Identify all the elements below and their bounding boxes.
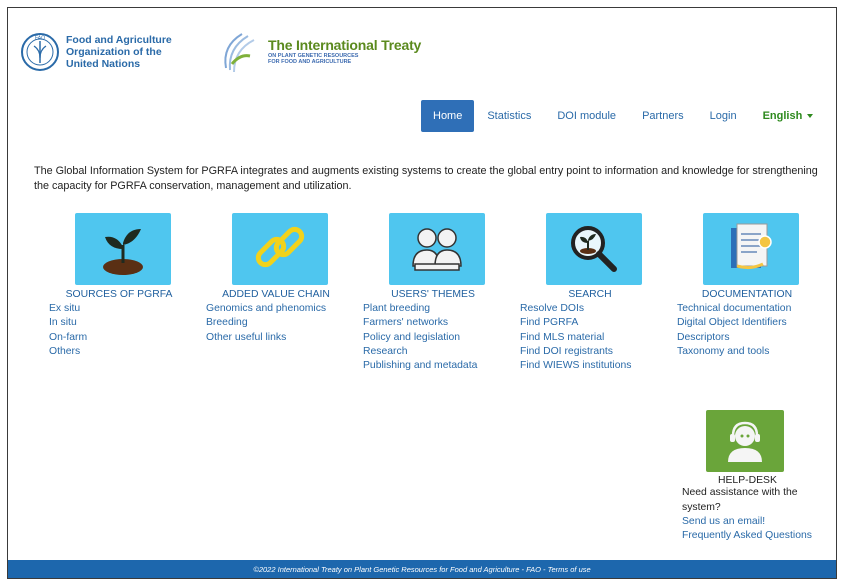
treaty-sub-2: FOR FOOD AND AGRICULTURE <box>268 59 352 65</box>
added-value-tile[interactable] <box>232 213 328 285</box>
fao-line-2: Organization of the <box>66 46 162 58</box>
link-in-situ[interactable]: In situ <box>49 316 209 330</box>
fao-name: Food and Agriculture Organization of the… <box>66 34 172 70</box>
intro-text: The Global Information System for PGRFA … <box>34 165 818 192</box>
language-dropdown[interactable]: English <box>750 100 827 132</box>
link-taxonomy[interactable]: Taxonomy and tools <box>677 345 837 359</box>
link-publishing[interactable]: Publishing and metadata <box>363 359 523 373</box>
link-technical-docs[interactable]: Technical documentation <box>677 302 837 316</box>
nav-partners[interactable]: Partners <box>629 100 697 132</box>
link-find-wiews[interactable]: Find WIEWS institutions <box>520 359 680 373</box>
section-sources: SOURCES OF PGRFA Ex situ In situ On-farm… <box>49 213 209 359</box>
fao-line-1: Food and Agriculture <box>66 34 172 46</box>
documentation-title: DOCUMENTATION <box>701 289 793 300</box>
section-added-value: ADDED VALUE CHAIN Genomics and phenomics… <box>206 213 366 345</box>
help-desk-tile[interactable] <box>706 410 784 472</box>
faq-link[interactable]: Frequently Asked Questions <box>682 529 842 543</box>
nav-statistics[interactable]: Statistics <box>474 100 544 132</box>
chevron-down-icon <box>807 114 814 118</box>
link-others[interactable]: Others <box>49 345 209 359</box>
link-ex-situ[interactable]: Ex situ <box>49 302 209 316</box>
help-desk-text: Need assistance with the system? <box>682 487 798 513</box>
link-plant-breeding[interactable]: Plant breeding <box>363 302 523 316</box>
send-email-link[interactable]: Send us an email! <box>682 515 842 529</box>
plant-sprout-icon <box>103 229 143 275</box>
search-title: SEARCH <box>568 289 612 300</box>
link-genomics[interactable]: Genomics and phenomics <box>206 302 366 316</box>
nav-login[interactable]: Login <box>697 100 750 132</box>
documents-icon <box>731 223 772 270</box>
users-icon <box>412 228 462 271</box>
section-documentation: DOCUMENTATION Technical documentation Di… <box>677 213 837 359</box>
link-research[interactable]: Research <box>363 345 523 359</box>
treaty-title: The International Treaty <box>268 37 422 53</box>
headset-icon <box>728 421 762 462</box>
added-value-title: ADDED VALUE CHAIN <box>222 289 330 300</box>
help-desk: HELP-DESK Need assistance with the syste… <box>682 410 842 544</box>
link-find-pgrfa[interactable]: Find PGRFA <box>520 316 680 330</box>
treaty-swirl-icon <box>224 33 255 73</box>
users-themes-tile[interactable] <box>389 213 485 285</box>
link-resolve-dois[interactable]: Resolve DOIs <box>520 302 680 316</box>
nav-doi-module[interactable]: DOI module <box>544 100 629 132</box>
link-find-doi-registrants[interactable]: Find DOI registrants <box>520 345 680 359</box>
link-farmers-networks[interactable]: Farmers' networks <box>363 316 523 330</box>
link-other-useful[interactable]: Other useful links <box>206 331 366 345</box>
link-on-farm[interactable]: On-farm <box>49 331 209 345</box>
section-search: SEARCH Resolve DOIs Find PGRFA Find MLS … <box>520 213 680 373</box>
search-links: Resolve DOIs Find PGRFA Find MLS materia… <box>520 302 680 373</box>
main-nav: Home Statistics DOI module Partners Logi… <box>421 100 826 132</box>
treaty-logo[interactable]: The International Treaty ON PLANT GENETI… <box>220 26 421 76</box>
fao-emblem-icon: FAO <box>21 33 59 71</box>
sources-links: Ex situ In situ On-farm Others <box>49 302 209 359</box>
link-breeding[interactable]: Breeding <box>206 316 366 330</box>
sources-title: SOURCES OF PGRFA <box>65 289 173 300</box>
fao-line-3: United Nations <box>66 58 141 70</box>
added-value-links: Genomics and phenomics Breeding Other us… <box>206 302 366 345</box>
link-policy[interactable]: Policy and legislation <box>363 331 523 345</box>
sources-tile[interactable] <box>75 213 171 285</box>
users-themes-links: Plant breeding Farmers' networks Policy … <box>363 302 523 373</box>
link-doi[interactable]: Digital Object Identifiers <box>677 316 837 330</box>
nav-home[interactable]: Home <box>421 100 475 132</box>
users-themes-title: USERS' THEMES <box>391 289 475 300</box>
footer: ©2022 International Treaty on Plant Gene… <box>8 560 836 578</box>
link-descriptors[interactable]: Descriptors <box>677 331 837 345</box>
language-label: English <box>762 110 803 122</box>
chain-link-icon <box>255 226 305 268</box>
link-find-mls[interactable]: Find MLS material <box>520 331 680 345</box>
search-tile[interactable] <box>546 213 642 285</box>
section-users-themes: USERS' THEMES Plant breeding Farmers' ne… <box>363 213 523 373</box>
documentation-links: Technical documentation Digital Object I… <box>677 302 837 359</box>
page-frame: FAO Food and Agriculture Organization of… <box>7 7 837 579</box>
magnifier-sprout-icon <box>571 226 617 272</box>
documentation-tile[interactable] <box>703 213 799 285</box>
fao-emblem-text: FAO <box>35 36 45 42</box>
fao-logo[interactable]: FAO Food and Agriculture Organization of… <box>20 32 172 72</box>
help-desk-title: HELP-DESK <box>718 475 777 486</box>
